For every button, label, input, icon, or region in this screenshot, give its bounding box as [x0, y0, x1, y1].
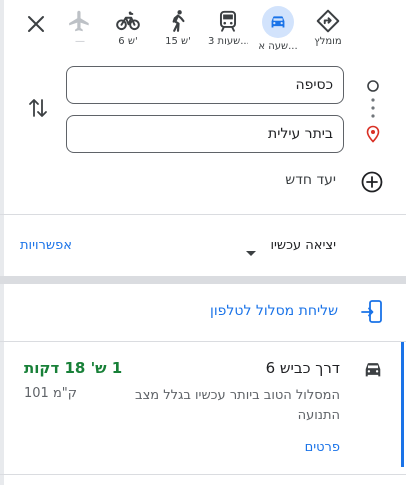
divider — [0, 474, 406, 475]
swap-vertical-icon — [29, 99, 47, 117]
origin-circle-icon — [366, 78, 380, 92]
dropdown-arrow-icon — [245, 243, 257, 256]
plus-circle-icon — [361, 171, 383, 193]
mode-transit[interactable]: 3 שעות... — [208, 6, 248, 54]
mode-walking[interactable]: 15 ש' — [158, 6, 198, 54]
options-link[interactable]: אפשרויות — [20, 238, 72, 253]
mode-selected-highlight — [262, 6, 294, 38]
send-to-phone-icon — [361, 300, 382, 323]
mode-best[interactable]: מומלץ — [308, 6, 348, 54]
route-duration: 1 ש' 18 דקות — [24, 359, 123, 377]
origin-value: כסיפה — [295, 77, 333, 93]
mode-flight[interactable]: — — [60, 6, 100, 54]
mode-flight-label: — — [75, 36, 85, 47]
route-distance: 101 ק"מ — [24, 386, 77, 401]
car-icon — [362, 360, 384, 380]
send-to-phone-link[interactable]: שליחת מסלול לטלפון — [210, 303, 338, 319]
close-button[interactable] — [22, 10, 50, 38]
close-icon — [28, 16, 44, 32]
send-to-phone-button[interactable] — [360, 299, 386, 325]
flight-icon — [69, 10, 89, 32]
destination-pin-icon — [365, 125, 381, 143]
depart-time-dropdown[interactable]: יציאה עכשיו — [270, 238, 336, 253]
bike-icon — [116, 11, 140, 31]
directions-icon — [316, 9, 340, 33]
car-icon — [271, 16, 285, 28]
add-destination-label[interactable]: יעד חדש — [285, 172, 336, 188]
depart-time-label: יציאה עכשיו — [270, 238, 336, 253]
origin-input[interactable]: כסיפה — [66, 66, 344, 104]
destination-input[interactable]: ביתר עילית — [66, 115, 344, 153]
route-dots-icon — [370, 97, 376, 119]
section-separator — [0, 276, 406, 284]
divider — [0, 214, 406, 215]
mode-driving[interactable]: שעה א... — [258, 6, 298, 54]
mode-cycling[interactable]: 6 ש' — [108, 6, 148, 54]
add-destination-button[interactable] — [360, 170, 384, 194]
mode-best-label: מומלץ — [314, 36, 342, 47]
walk-icon — [172, 10, 185, 32]
mode-transit-label: 3 שעות... — [208, 36, 248, 47]
mode-cycling-label: 6 ש' — [118, 36, 138, 47]
mode-driving-label: שעה א... — [258, 41, 298, 52]
swap-button[interactable] — [24, 94, 52, 122]
transit-icon — [219, 10, 237, 32]
route-details-link[interactable]: פרטים — [305, 440, 340, 455]
route-description: המסלול הטוב ביותר עכשיו בגלל מצב התנועה — [135, 388, 340, 423]
destination-value: ביתר עילית — [268, 126, 333, 142]
route-title: דרך כביש 6 — [265, 359, 340, 377]
mode-walking-label: 15 ש' — [165, 36, 191, 47]
